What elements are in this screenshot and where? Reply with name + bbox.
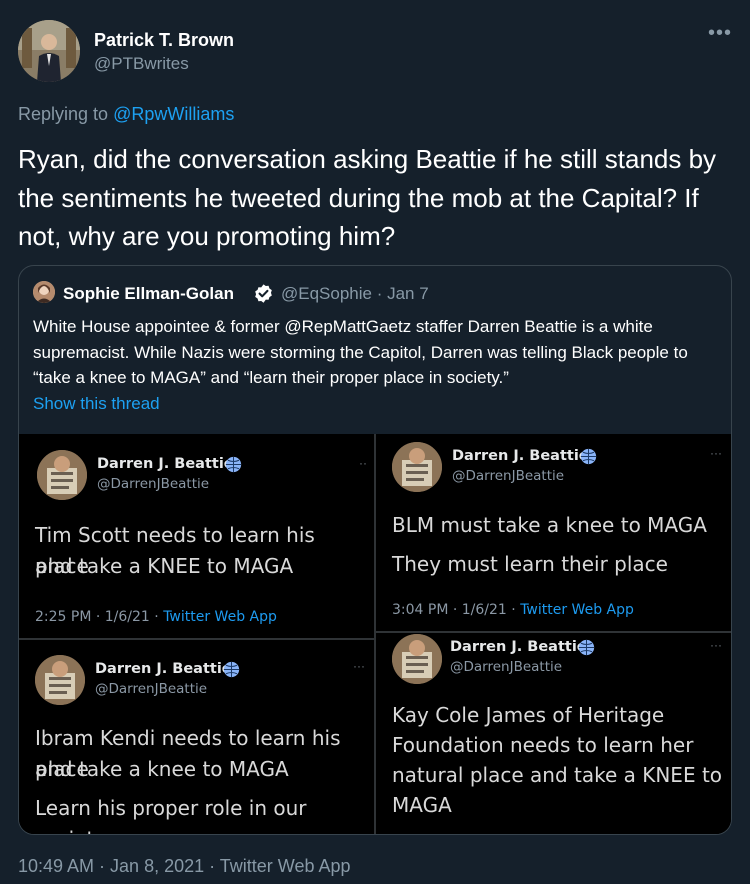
screenshot-text-line2: and take a knee to MAGA — [35, 757, 289, 781]
screenshot-avatar — [37, 450, 87, 500]
screenshot-handle: @DarrenJBeattie — [97, 476, 210, 492]
screenshot-text-line1: BLM must take a knee to MAGA — [392, 513, 707, 537]
screenshot-author-name: Darren J. Beattie — [97, 456, 234, 472]
screenshot-avatar — [392, 634, 442, 684]
screenshot-handle: @DarrenJBeattie — [450, 659, 563, 675]
screenshot-text-line2: and take a KNEE to MAGA — [35, 554, 294, 578]
more-options-icon: ··· — [710, 638, 722, 652]
media-image-1[interactable]: Darren J. Beattie @DarrenJBeattie ·· Tim… — [19, 434, 374, 638]
globe-badge-icon — [580, 448, 597, 465]
media-image-4[interactable]: Darren J. Beattie @DarrenJBeattie ··· Ka… — [376, 634, 731, 834]
replying-to: Replying to @RpwWilliams — [18, 104, 234, 125]
screenshot-time: 2:25 PM · 1/6/21 · — [35, 609, 164, 625]
author-name[interactable]: Patrick T. Brown — [94, 30, 234, 51]
screenshot-author-name: Darren J. Beattie — [452, 448, 589, 464]
tweet-header: Patrick T. Brown @PTBwrites ••• — [18, 18, 732, 84]
screenshot-text-line1: Kay Cole James of Heritage — [392, 703, 665, 727]
quoted-handle-date: @EqSophie · Jan 7 — [281, 284, 429, 303]
screenshot-author-name: Darren J. Beattie — [450, 639, 587, 655]
screenshot-text-line3: natural place and take a KNEE to — [392, 763, 723, 787]
screenshot-time: 3:04 PM · 1/6/21 · — [392, 602, 521, 618]
globe-badge-icon — [223, 661, 240, 678]
media-grid[interactable]: Darren J. Beattie @DarrenJBeattie ·· Tim… — [19, 434, 731, 834]
screenshot-meta: 2:25 PM · 1/6/21 · Twitter Web App — [35, 609, 277, 625]
author-handle[interactable]: @PTBwrites — [94, 54, 189, 74]
show-thread-link[interactable]: Show this thread — [33, 394, 160, 414]
screenshot-text-line2: They must learn their place — [392, 552, 668, 576]
globe-badge-icon — [578, 639, 595, 656]
quoted-tweet-text: White House appointee & former @RepMattG… — [33, 317, 688, 387]
verified-badge-icon — [253, 283, 274, 304]
replying-mention-link[interactable]: @RpwWilliams — [113, 104, 234, 124]
media-image-2[interactable]: Darren J. Beattie @DarrenJBeattie ··· BL… — [376, 434, 731, 631]
media-image-3[interactable]: Darren J. Beattie @DarrenJBeattie ··· Ib… — [19, 641, 374, 834]
globe-badge-icon — [225, 456, 242, 473]
quoted-tweet[interactable]: Sophie Ellman-Golan @EqSophie · Jan 7 Wh… — [18, 265, 732, 835]
screenshot-app: Twitter Web App — [163, 609, 277, 625]
screenshot-text-line3: Learn his proper role in our society — [35, 796, 307, 834]
more-options-icon: ··· — [353, 659, 365, 673]
screenshot-text-line4: MAGA — [392, 793, 452, 817]
screenshot-avatar — [392, 442, 442, 492]
screenshot-handle: @DarrenJBeattie — [95, 681, 208, 697]
replying-prefix: Replying to — [18, 104, 109, 124]
screenshot-handle: @DarrenJBeattie — [452, 468, 565, 484]
screenshot-avatar — [35, 655, 85, 705]
author-avatar[interactable] — [18, 20, 80, 82]
quoted-author-name: Sophie Ellman-Golan — [63, 284, 234, 303]
screenshot-meta: 3:04 PM · 1/6/21 · Twitter Web App — [392, 602, 634, 618]
quoted-author-avatar — [33, 281, 55, 303]
more-options-icon: ·· — [359, 456, 367, 470]
more-options-icon[interactable]: ••• — [708, 22, 732, 45]
screenshot-app: Twitter Web App — [520, 602, 634, 618]
tweet-text: Ryan, did the conversation asking Beatti… — [18, 144, 717, 251]
tweet-timestamp[interactable]: 10:49 AM · Jan 8, 2021 · Twitter Web App — [18, 856, 351, 877]
screenshot-author-name: Darren J. Beattie — [95, 661, 232, 677]
screenshot-text-line2: Foundation needs to learn her — [392, 733, 694, 757]
more-options-icon: ··· — [710, 446, 722, 460]
